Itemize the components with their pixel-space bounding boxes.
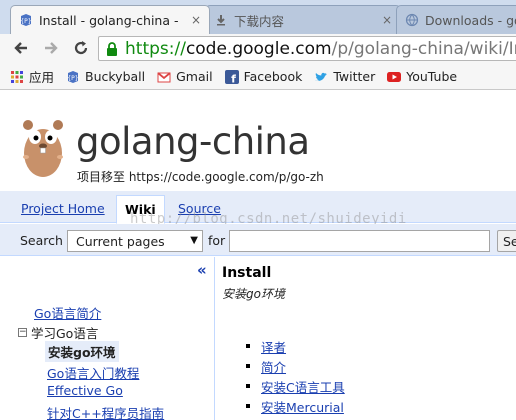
bookmarks-bar: 应用 {P} Buckyball Gmail f Facebook Twitte…	[0, 64, 516, 90]
sidebar-item-effective-go[interactable]: Effective Go	[47, 383, 123, 398]
tab-install[interactable]: {P} Install - golang-china - ×	[10, 5, 210, 34]
collapse-toggle-icon[interactable]: −	[18, 328, 27, 337]
globe-icon	[405, 13, 419, 27]
list-item: 安装Mercurial	[246, 397, 345, 417]
youtube-icon	[387, 71, 402, 82]
sidebar-item-cpp-guide[interactable]: 针对C++程序员指南	[47, 403, 164, 420]
bookmark-label: 应用	[29, 70, 55, 85]
page-content: golang-china 项目移至 https://code.google.co…	[0, 91, 516, 420]
bookmark-apps[interactable]: 应用	[10, 67, 54, 86]
wiki-search-bar: Search Current pages ▼ for Search	[0, 224, 516, 256]
close-icon[interactable]: ×	[191, 13, 201, 27]
apps-grid-icon	[11, 70, 23, 83]
tab-downloads-cn[interactable]: 下载内容 ×	[205, 5, 401, 34]
search-label: Search	[20, 233, 63, 248]
toc-link-mercurial[interactable]: 安装Mercurial	[261, 400, 344, 415]
page-title: Install	[222, 265, 272, 281]
forward-button[interactable]	[40, 37, 62, 59]
table-of-contents: 译者 简介 安装C语言工具 安装Mercurial	[246, 337, 345, 417]
back-button[interactable]	[10, 37, 32, 59]
back-arrow-icon	[14, 42, 27, 54]
close-icon[interactable]: ×	[382, 13, 392, 27]
tab-title: Install - golang-china -	[39, 12, 179, 28]
url-host: code.google.com	[185, 38, 332, 59]
project-tabs: Project Home Wiki Source http://blog.csd…	[0, 191, 516, 227]
moved-notice: 项目移至 https://code.google.com/p/go-zh	[77, 170, 324, 184]
bookmark-label: YouTube	[406, 69, 458, 84]
facebook-icon: f	[224, 69, 239, 84]
toc-link-translators[interactable]: 译者	[261, 340, 286, 355]
tab-downloads-go[interactable]: Downloads - go	[396, 5, 516, 34]
list-item: 简介	[246, 357, 345, 377]
sidebar-item-install-current[interactable]: 安装go环境	[45, 341, 119, 362]
site-title[interactable]: golang-china	[76, 120, 310, 163]
sidebar-group-learn-go[interactable]: − 学习Go语言	[18, 323, 98, 342]
browser-toolbar: https://code.google.com/p/golang-china/w…	[0, 34, 516, 64]
list-item: 译者	[246, 337, 345, 357]
twitter-icon	[315, 72, 328, 81]
lock-icon	[107, 41, 117, 56]
bookmark-twitter[interactable]: Twitter	[314, 69, 375, 84]
reload-button[interactable]	[70, 37, 92, 59]
address-bar[interactable]: https://code.google.com/p/golang-china/w…	[98, 36, 516, 61]
tab-title: Downloads - go	[425, 12, 516, 28]
bookmark-label: Facebook	[243, 69, 303, 84]
bookmark-facebook[interactable]: f Facebook	[224, 69, 303, 84]
tab-project-home[interactable]: Project Home	[21, 201, 105, 216]
sidebar-group-label: 学习Go语言	[31, 326, 99, 341]
search-input[interactable]	[229, 230, 490, 252]
google-code-icon: {P}	[67, 70, 79, 83]
download-icon	[217, 15, 225, 26]
search-scope-value: Current pages	[76, 234, 165, 249]
page-summary: 安装go环境	[222, 287, 285, 301]
reload-icon	[74, 41, 88, 55]
gopher-logo-icon	[23, 120, 63, 177]
wiki-article: Install 安装go环境 译者 简介 安装C语言工具 安装Mercurial	[216, 257, 516, 420]
svg-text:f: f	[231, 72, 236, 84]
search-button[interactable]: Search	[497, 230, 516, 252]
url-scheme: https://	[125, 38, 186, 59]
dropdown-arrow-icon: ▼	[190, 235, 198, 246]
url-path: /p/golang-china/wiki/Insta	[331, 38, 516, 59]
browser-tab-strip: {P} Install - golang-china - × 下载内容 × Do…	[0, 0, 516, 34]
search-scope-select[interactable]: Current pages ▼	[67, 230, 203, 252]
bookmark-gmail[interactable]: Gmail	[157, 69, 213, 84]
list-item: 安装C语言工具	[246, 377, 345, 397]
bookmark-youtube[interactable]: YouTube	[387, 69, 457, 84]
toc-link-c-tools[interactable]: 安装C语言工具	[261, 380, 345, 395]
for-label: for	[208, 233, 226, 248]
gmail-icon	[157, 71, 171, 82]
svg-text:{P}: {P}	[67, 75, 78, 82]
bookmark-label: Twitter	[333, 69, 376, 84]
bookmark-label: Gmail	[176, 69, 213, 84]
bookmark-label: Buckyball	[85, 69, 146, 84]
bookmark-buckyball[interactable]: {P} Buckyball	[66, 69, 145, 84]
toc-link-intro[interactable]: 简介	[261, 360, 286, 375]
collapse-sidebar-icon[interactable]: «	[197, 261, 207, 279]
tab-title: 下载内容	[234, 13, 285, 29]
sidebar-item-go-intro[interactable]: Go语言简介	[34, 303, 101, 322]
forward-arrow-icon	[45, 42, 58, 54]
google-code-favicon-icon: {P}	[20, 14, 32, 26]
wiki-sidebar: « Go语言简介 − 学习Go语言 安装go环境 Go语言入门教程 Effect…	[0, 257, 215, 420]
sidebar-item-tutorial[interactable]: Go语言入门教程	[47, 363, 139, 382]
svg-text:{P}: {P}	[20, 18, 31, 25]
